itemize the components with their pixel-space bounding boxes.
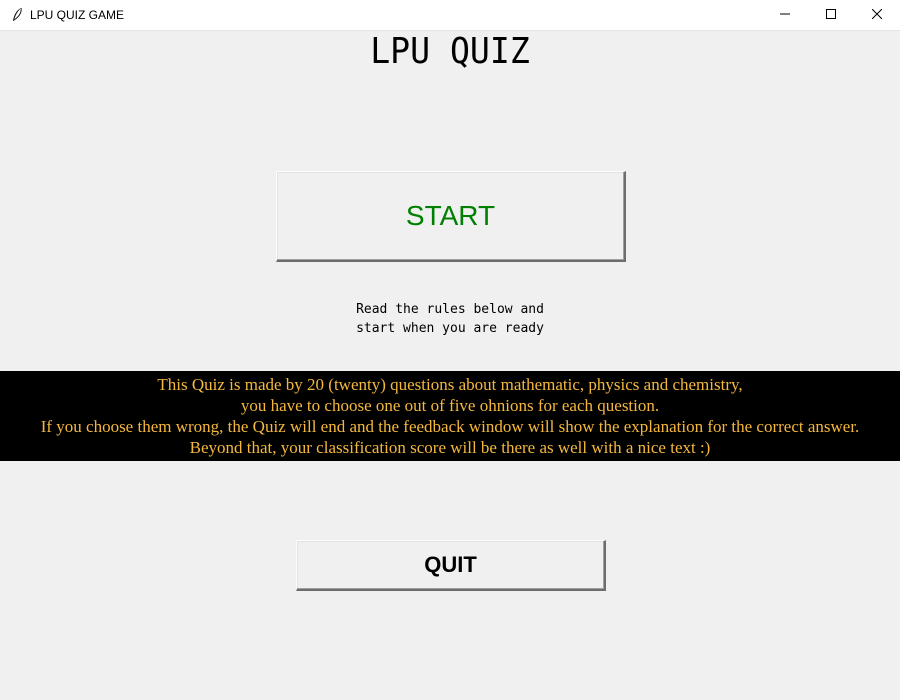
rules-line: This Quiz is made by 20 (twenty) questio… bbox=[157, 375, 743, 394]
instructions-line: Read the rules below and bbox=[356, 302, 544, 317]
minimize-button[interactable] bbox=[762, 0, 808, 30]
minimize-icon bbox=[780, 6, 790, 24]
close-button[interactable] bbox=[854, 0, 900, 30]
rules-panel: This Quiz is made by 20 (twenty) questio… bbox=[0, 371, 900, 461]
instructions-text: Read the rules below and start when you … bbox=[300, 300, 600, 338]
quit-button[interactable]: QUIT bbox=[296, 540, 606, 591]
rules-line: you have to choose one out of five ohnio… bbox=[240, 396, 660, 415]
start-button[interactable]: START bbox=[276, 171, 626, 262]
feather-icon bbox=[10, 7, 24, 23]
title-bar[interactable]: LPU QUIZ GAME bbox=[0, 0, 900, 31]
window-title: LPU QUIZ GAME bbox=[30, 8, 125, 22]
maximize-icon bbox=[826, 6, 836, 24]
rules-line: Beyond that, your classification score w… bbox=[189, 438, 711, 457]
page-title: LPU QUIZ bbox=[370, 31, 530, 72]
maximize-button[interactable] bbox=[808, 0, 854, 30]
instructions-line: start when you are ready bbox=[356, 321, 544, 336]
rules-line: If you choose them wrong, the Quiz will … bbox=[40, 417, 860, 436]
close-icon bbox=[871, 6, 883, 24]
